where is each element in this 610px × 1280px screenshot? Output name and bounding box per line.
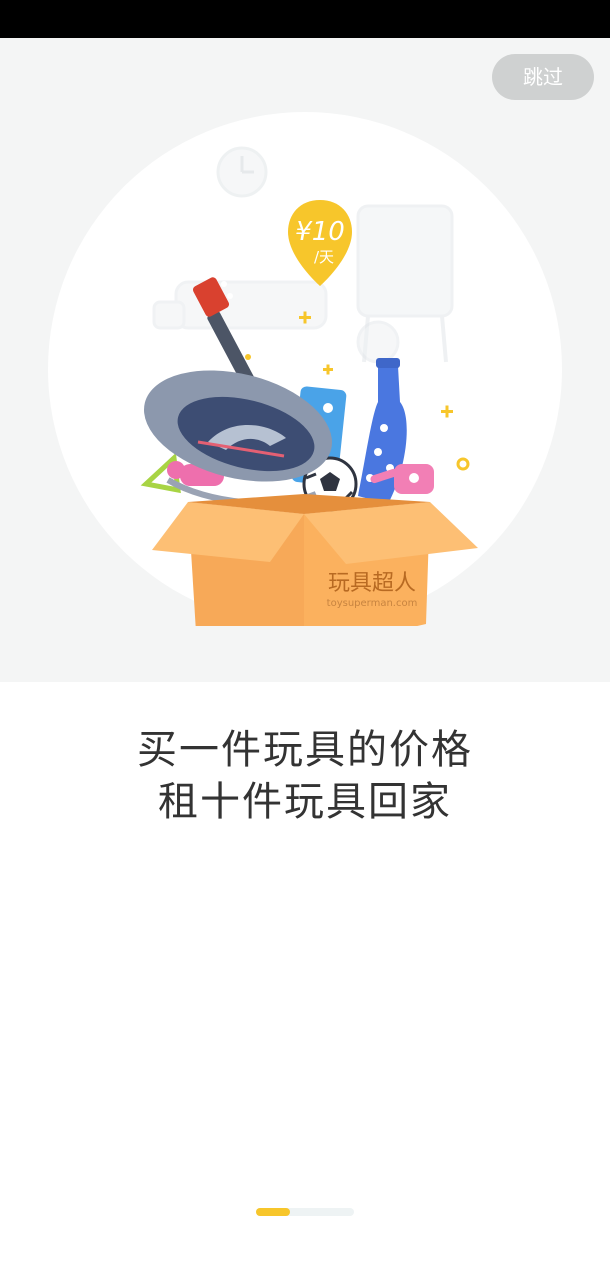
box-brand-url: toysuperman.com: [327, 598, 418, 609]
headline-line-1: 买一件玩具的价格: [137, 727, 473, 773]
sparkle-dot-icon: [245, 354, 251, 360]
price-tag-price: ¥10: [295, 217, 345, 247]
cardboard-box-icon: 玩具超人 toysuperman.com: [152, 494, 478, 626]
toy-box-illustration: ¥10 /天 玩具超人 toysuperman.com: [140, 146, 478, 626]
page-indicator-active: [256, 1208, 290, 1216]
price-tag-unit: /天: [314, 248, 334, 266]
onboarding-headline: 买一件玩具的价格 租十件玩具回家: [0, 724, 610, 828]
skip-button[interactable]: 跳过: [492, 54, 594, 100]
price-tag-icon: ¥10 /天: [288, 200, 352, 286]
wall-clock-icon: [216, 146, 268, 198]
box-brand-name: 玩具超人: [328, 571, 416, 596]
headline-line-2: 租十件玩具回家: [158, 779, 452, 825]
page-indicator: [256, 1208, 354, 1216]
onboarding-hero: ¥10 /天 玩具超人 toysuperman.com 跳过: [0, 38, 610, 682]
sofa-icon: [152, 280, 328, 330]
sparkle-dot-icon: [456, 457, 470, 471]
status-bar: [0, 0, 610, 38]
side-lamp-icon: [356, 320, 400, 364]
